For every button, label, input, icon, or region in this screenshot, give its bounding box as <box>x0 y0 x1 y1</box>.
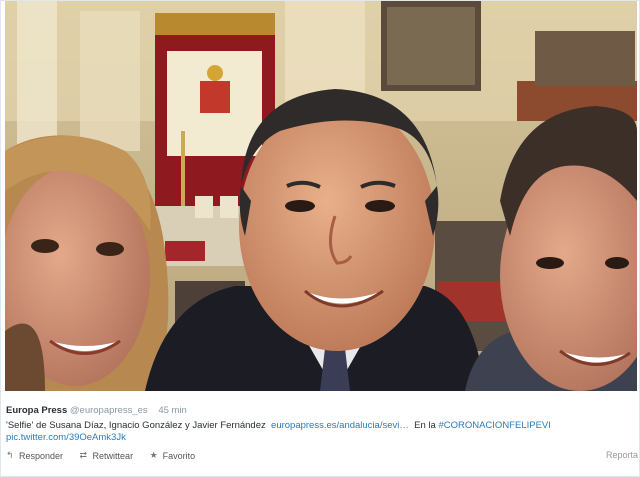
tweet-meta: Europa Press @europapress_es 45 min 'Sel… <box>6 405 634 443</box>
tweet-text-body: 'Selfie' de Susana Díaz, Ignacio Gonzále… <box>6 420 266 431</box>
favorite-button[interactable]: ★ Favorito <box>150 450 196 461</box>
pic-link[interactable]: pic.twitter.com/39OeAmk3Jk <box>6 432 126 443</box>
tweet-timestamp[interactable]: 45 min <box>158 405 187 416</box>
tweet-text: 'Selfie' de Susana Díaz, Ignacio Gonzále… <box>6 420 634 431</box>
tweet-card: Europa Press @europapress_es 45 min 'Sel… <box>0 0 640 477</box>
author-name[interactable]: Europa Press <box>6 405 67 416</box>
retweet-icon: ⇄ <box>79 450 88 460</box>
star-icon: ★ <box>149 450 158 460</box>
tweet-actions: ↰ Responder ⇄ Retwittear ★ Favorito <box>6 450 209 461</box>
selfie-photo-illustration <box>5 1 637 391</box>
author-handle[interactable]: @europapress_es <box>70 405 148 416</box>
tweet-header: Europa Press @europapress_es 45 min <box>6 405 634 417</box>
article-link[interactable]: europapress.es/andalucia/sevi… <box>271 420 409 431</box>
reply-arrow-icon: ↰ <box>6 450 14 460</box>
tweet-pic-line: pic.twitter.com/39OeAmk3Jk <box>6 432 634 443</box>
reply-label: Responder <box>19 450 64 461</box>
retweet-label: Retwittear <box>92 450 134 461</box>
hashtag-link[interactable]: #CORONACIONFELIPEVI <box>438 420 550 431</box>
retweet-button[interactable]: ⇄ Retwittear <box>80 450 134 461</box>
tweet-text-suffix: En la <box>414 420 436 431</box>
report-link[interactable]: Reporta <box>606 450 638 460</box>
tweet-photo[interactable] <box>5 1 637 391</box>
reply-button[interactable]: ↰ Responder <box>6 450 63 461</box>
favorite-label: Favorito <box>162 450 196 461</box>
